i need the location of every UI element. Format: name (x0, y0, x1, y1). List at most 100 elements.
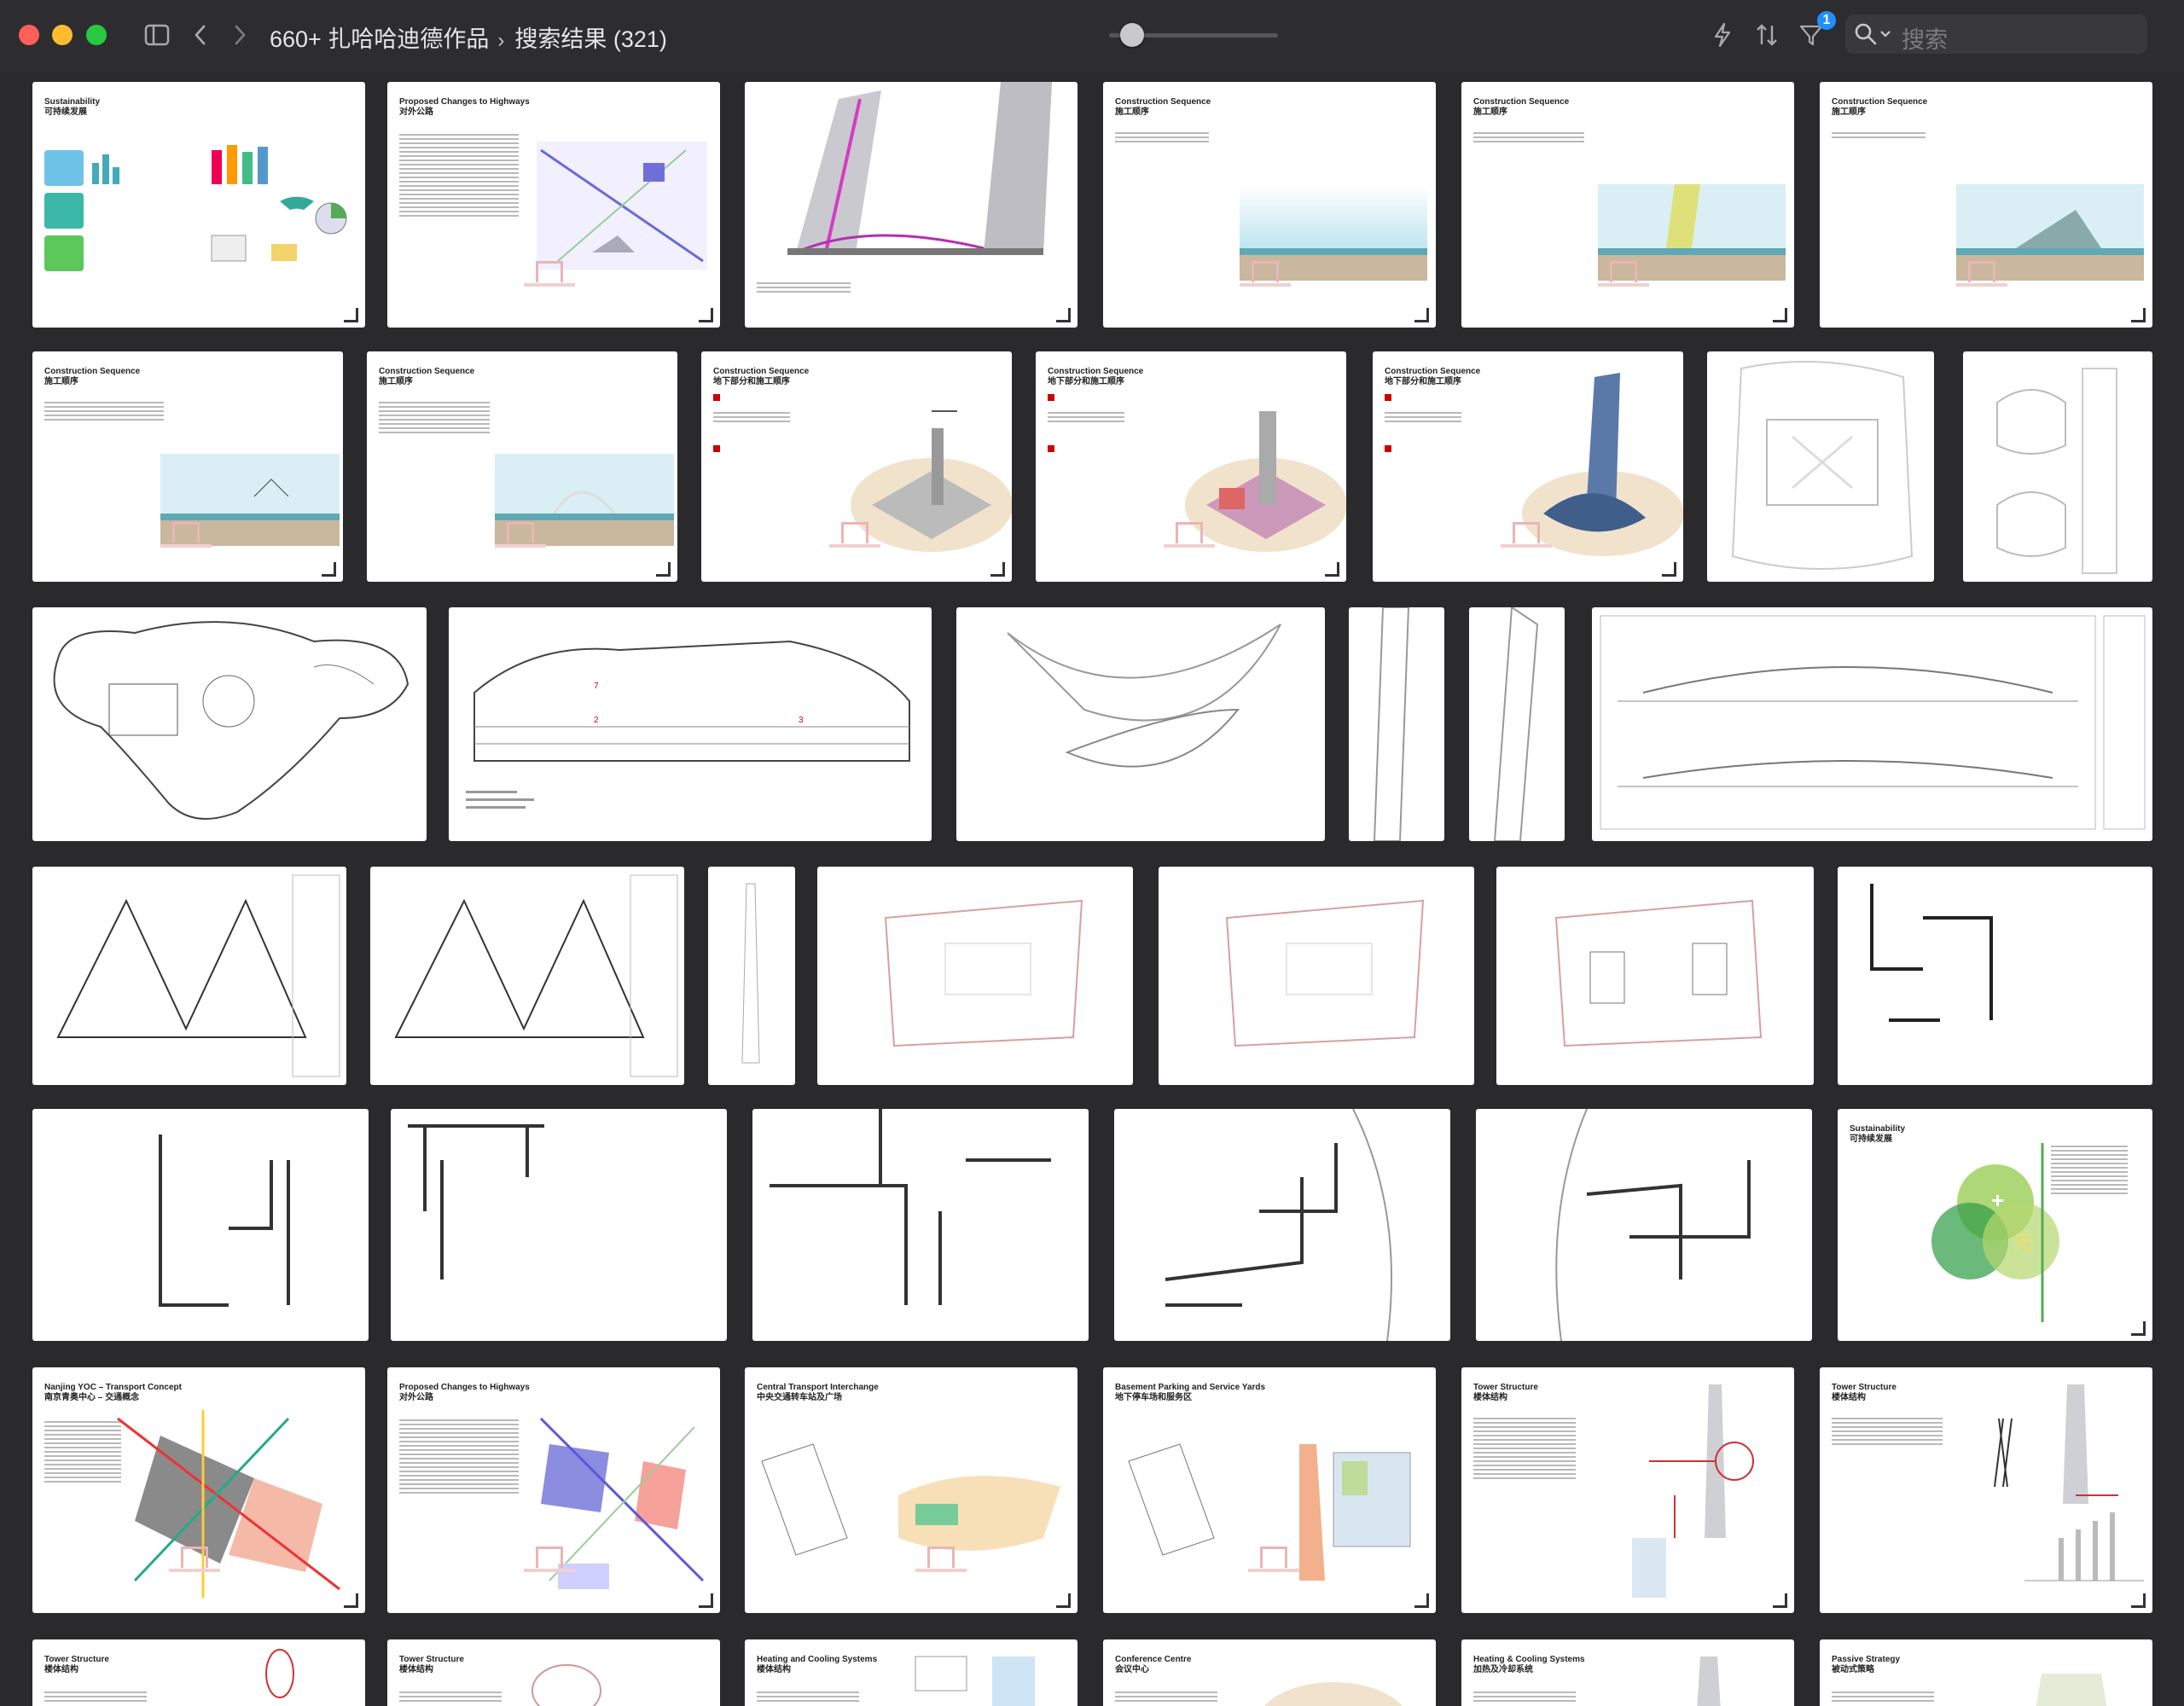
thumbnail-item[interactable]: Proposed Changes to Highways 对外公路 (387, 82, 720, 328)
watermark (1223, 1546, 1325, 1581)
office-floor-plan (1225, 899, 1425, 1047)
thumbnail-item[interactable] (391, 1109, 727, 1341)
thumbnail-item[interactable]: Proposed Changes to Highways 对外公路 (387, 1367, 720, 1613)
thumbnail-item[interactable] (1469, 607, 1565, 841)
thumbnail-item[interactable]: Construction Sequence 施工顺序 (1461, 82, 1794, 328)
toolbar: 660+ 扎哈哈迪德作品 › 搜索结果 (321) 1 搜索 (0, 0, 2184, 72)
quick-action-button[interactable] (1708, 20, 1737, 49)
watermark (498, 1546, 601, 1581)
office-floor-plan (1554, 899, 1763, 1047)
thumbnail-item[interactable]: 7 2 3 (449, 607, 932, 841)
body-text (2051, 1143, 2128, 1197)
thumbnail-item[interactable] (817, 867, 1133, 1085)
thumbnail-item[interactable]: Construction Sequence 施工顺序 (1103, 82, 1436, 328)
tower-structure-diagram (1632, 1384, 1754, 1598)
fold-mark (2131, 1321, 2146, 1336)
thumbnail-item[interactable] (1349, 607, 1444, 841)
thumbnail-item[interactable] (1114, 1109, 1450, 1341)
floor-plan (53, 621, 410, 820)
watermark (804, 522, 906, 556)
fold-mark (1662, 562, 1676, 577)
thumbnail-item[interactable] (752, 1109, 1089, 1341)
thumbnail-item[interactable]: Basement Parking and Service Yards 地下停车场… (1103, 1367, 1436, 1613)
thumbnail-item[interactable]: Tower Structure 楼体结构 (32, 1639, 365, 1706)
chevron-down-icon[interactable] (1879, 29, 1891, 39)
thumbnail-item[interactable]: Nanjing YOC – Transport Concept 南京青奥中心 –… (32, 1367, 365, 1613)
heating-cooling-diagram (1697, 1657, 1721, 1706)
thumbnail-item[interactable]: Conference Centre 会议中心 (1103, 1639, 1436, 1706)
minimize-button[interactable] (52, 25, 73, 45)
thumbnail-item[interactable] (1838, 867, 2152, 1085)
thumbnail-item[interactable]: Construction Sequence 地下部分和施工顺序 (1036, 351, 1346, 582)
thumbnail-item[interactable]: Construction Sequence 施工顺序 (367, 351, 677, 582)
thumbnail-item[interactable]: Passive Strategy 被动式策略 (1820, 1639, 2152, 1706)
thumbnail-item[interactable]: Construction Sequence 地下部分和施工顺序 (1373, 351, 1683, 582)
watermark (1931, 261, 2033, 295)
thumbnail-item[interactable] (1476, 1109, 1812, 1341)
thumbnail-item[interactable]: Construction Sequence 施工顺序 (1820, 82, 2152, 328)
fold-mark (2131, 308, 2146, 322)
tower-structure-chart (1994, 1384, 2144, 1581)
thumbnail-item[interactable] (1592, 607, 2152, 841)
fold-mark (990, 562, 1005, 577)
zoom-button[interactable] (86, 25, 107, 45)
finder-window: 660+ 扎哈哈迪德作品 › 搜索结果 (321) 1 搜索 Sustainabil… (0, 0, 2184, 1706)
svg-text:2: 2 (594, 716, 599, 725)
fold-mark (656, 562, 671, 577)
thumbnail-item[interactable]: Tower Structure 楼体结构 (387, 1639, 720, 1706)
enlarged-plan (770, 1109, 1051, 1305)
tower-drawing (1996, 368, 2117, 574)
close-button[interactable] (19, 25, 39, 45)
building-section: 7 2 3 (466, 640, 910, 809)
thumbnail-item[interactable]: Construction Sequence 施工顺序 (32, 351, 343, 582)
forward-button[interactable] (225, 20, 254, 49)
sustainability-diagram (44, 145, 347, 271)
thumbnail-item[interactable] (1707, 351, 1934, 582)
thumbnail-item[interactable]: Sustainability 可持续发展 (32, 82, 365, 328)
tower-elevation (741, 883, 760, 1064)
search-placeholder: 搜索 (1902, 27, 1948, 53)
thumbnail-item[interactable] (1496, 867, 1814, 1085)
thumbnail-item[interactable] (708, 867, 795, 1085)
body-text (713, 409, 790, 425)
watermark (143, 1546, 246, 1581)
enlarged-plan (1555, 1109, 1751, 1341)
search-field[interactable]: 搜索 (1845, 15, 2147, 54)
slider-knob[interactable] (1120, 23, 1144, 47)
watermark (1572, 261, 1675, 295)
tower-elevation (1493, 607, 1539, 841)
back-button[interactable] (186, 20, 215, 49)
body-text (1385, 409, 1461, 425)
passive-strategy-diagram (2036, 1674, 2107, 1706)
thumbnail-item[interactable] (370, 867, 684, 1085)
watermark (1475, 522, 1577, 556)
thumbnail-item[interactable]: Tower Structure 楼体结构 (1820, 1367, 2152, 1613)
thumbnail-item[interactable]: Construction Sequence 地下部分和施工顺序 (701, 351, 1012, 582)
thumbnail-item[interactable]: Heating & Cooling Systems 加热及冷却系统 (1461, 1639, 1794, 1706)
thumbnail-item[interactable] (32, 1109, 369, 1341)
fold-mark (1414, 1593, 1429, 1608)
back-icon (195, 25, 206, 45)
watermark (498, 261, 601, 295)
thumbnail-item[interactable]: Heating and Cooling Systems 楼体结构 (745, 1639, 1077, 1706)
fold-mark (699, 1593, 713, 1608)
fold-mark (1414, 308, 1429, 322)
path-separator: › (497, 29, 505, 52)
thumbnail-item[interactable] (956, 607, 1325, 841)
forward-icon (235, 25, 246, 45)
thumbnail-item[interactable]: Central Transport Interchange 中央交通转车站及广场 (745, 1367, 1077, 1613)
svg-text:7: 7 (594, 682, 599, 691)
thumbnail-item[interactable] (745, 82, 1077, 328)
thumbnail-item[interactable] (1963, 351, 2152, 582)
thumbnail-item[interactable]: Tower Structure 楼体结构 (1461, 1367, 1794, 1613)
tower-elevation (1373, 607, 1410, 841)
watermark (469, 522, 572, 556)
sort-icon (1757, 24, 1777, 46)
watermark (135, 522, 237, 556)
sidebar-toggle-button[interactable] (142, 20, 171, 49)
thumbnail-item[interactable] (1159, 867, 1474, 1085)
thumbnail-item[interactable]: Sustainability 可持续发展 + 元 (1838, 1109, 2152, 1341)
thumbnail-item[interactable] (32, 607, 427, 841)
thumbnail-item[interactable] (32, 867, 346, 1085)
sort-button[interactable] (1752, 20, 1781, 49)
